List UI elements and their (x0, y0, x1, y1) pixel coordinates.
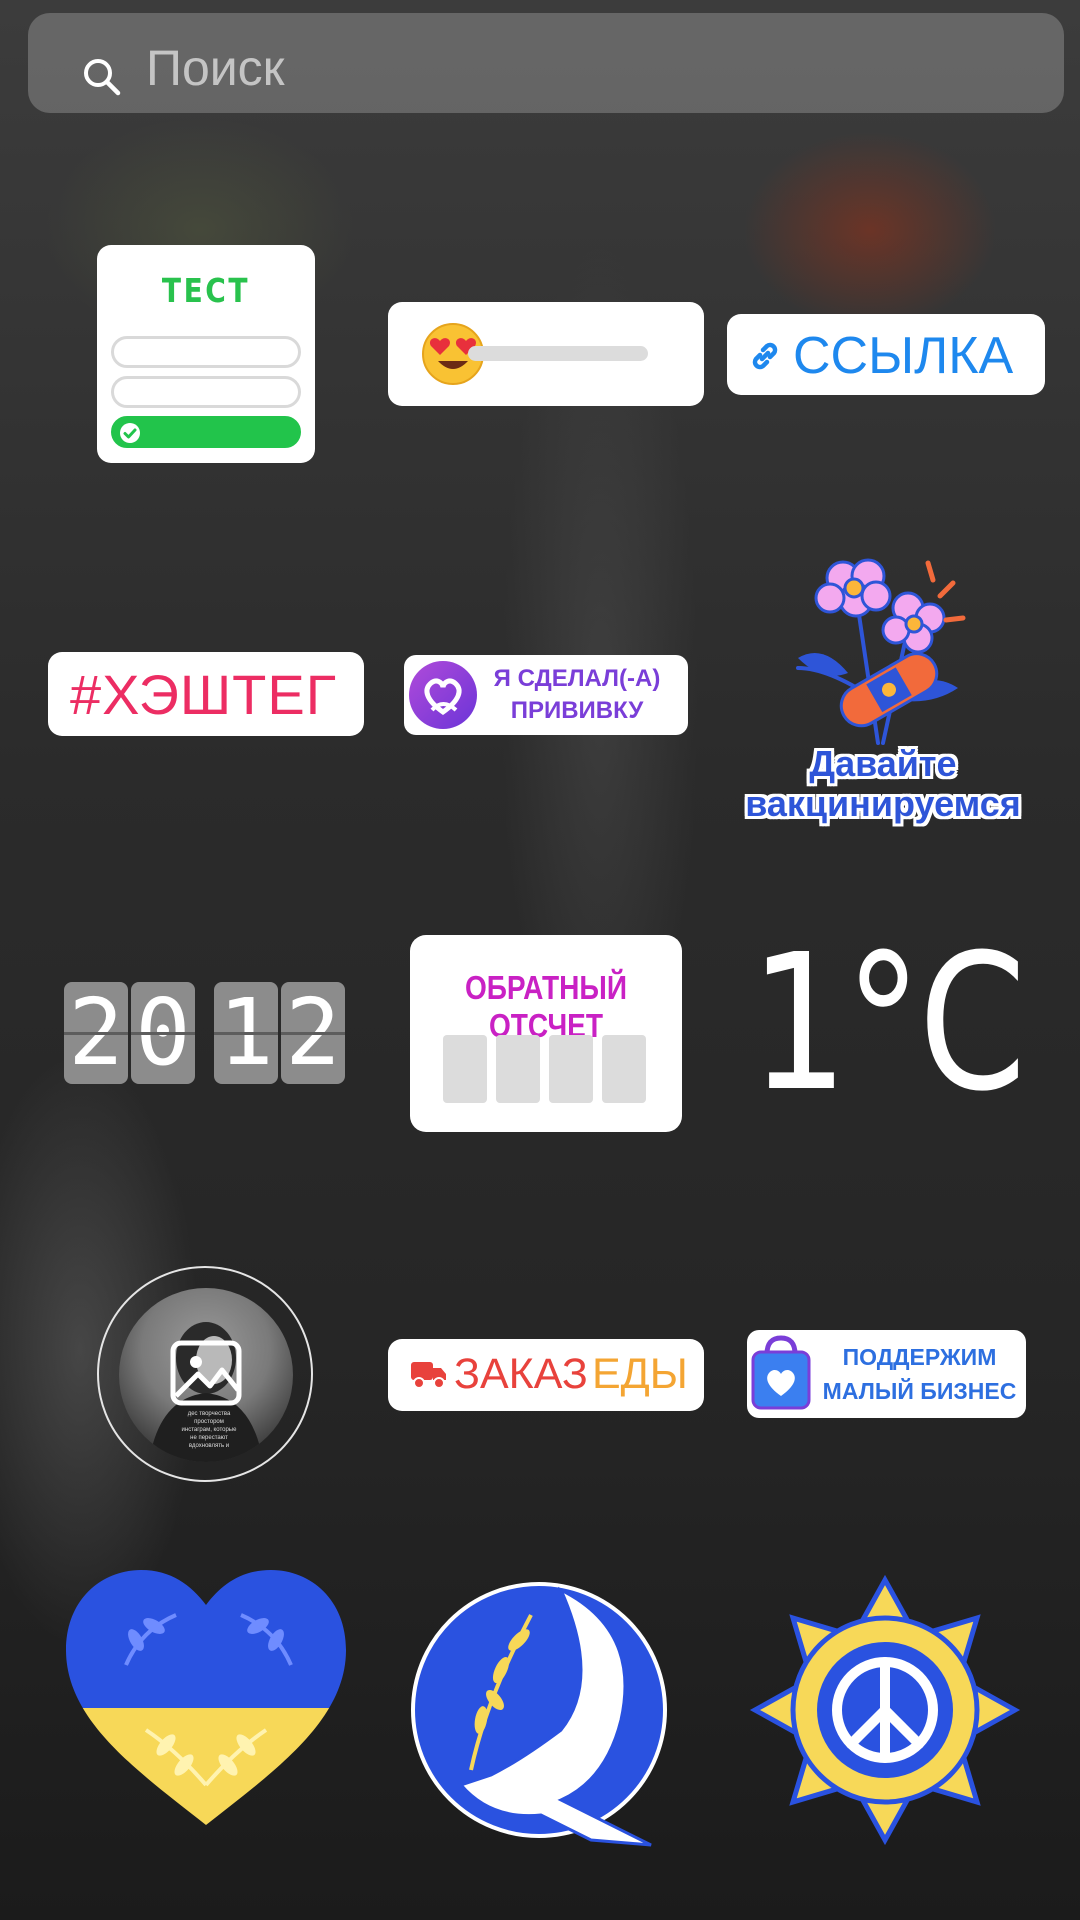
date-sticker[interactable]: 2 0 1 2 (64, 982, 349, 1084)
link-label: ССЫЛКА (793, 327, 1014, 385)
peace-sunflower-sticker[interactable] (745, 1570, 1025, 1850)
small-business-sticker[interactable]: ПОДДЕРЖИМ МАЛЫЙ БИЗНЕС (747, 1330, 1026, 1418)
image-icon (170, 1340, 242, 1406)
date-digit: 2 (64, 982, 128, 1084)
countdown-slot (602, 1035, 646, 1103)
search-input[interactable]: Поиск (146, 39, 285, 97)
vaccinated-line1: Я СДЕЛАЛ(-А) (493, 665, 661, 692)
lets-vaccinate-caption: Давайте вакцинируемся (733, 744, 1033, 824)
search-bar[interactable]: Поиск (28, 13, 1064, 113)
date-digit: 0 (131, 982, 195, 1084)
search-icon (84, 59, 121, 96)
quiz-option (111, 376, 301, 408)
weather-sticker[interactable]: 1°C (750, 930, 1026, 1118)
food-order-label-part1: ЗАКАЗ (454, 1350, 588, 1398)
ukraine-heart-sticker[interactable] (66, 1570, 346, 1830)
heart-badge-icon (409, 661, 477, 729)
photo-caption: дес творчества простором инстаграм, кото… (181, 1411, 237, 1449)
lets-vaccinate-line2: вакцинируемся (745, 783, 1021, 824)
vaccinated-sticker[interactable]: Я СДЕЛАЛ(-А) ПРИВИВКУ (404, 655, 688, 735)
small-business-line1: ПОДДЕРЖИМ (842, 1344, 997, 1370)
food-order-label-part2: ЕДЫ (592, 1350, 688, 1398)
hashtag-label: #ХЭШТЕГ (70, 663, 338, 726)
small-business-line2: МАЛЫЙ БИЗНЕС (822, 1378, 1017, 1404)
quiz-title: ТЕСТ (161, 271, 251, 310)
countdown-slot (549, 1035, 593, 1103)
countdown-sticker[interactable]: ОБРАТНЫЙ ОТСЧЕТ (410, 935, 682, 1132)
delivery-truck-icon (411, 1362, 446, 1389)
check-icon (120, 423, 140, 443)
link-icon (752, 342, 778, 370)
shopping-bag-heart-icon (751, 1335, 811, 1410)
countdown-slot (496, 1035, 540, 1103)
hashtag-sticker[interactable]: #ХЭШТЕГ (48, 652, 364, 736)
lets-vaccinate-sticker[interactable]: Давайте вакцинируемся (733, 548, 1033, 838)
peace-dove-sticker[interactable] (411, 1570, 681, 1850)
link-sticker[interactable]: ССЫЛКА (727, 314, 1045, 395)
date-digit: 2 (281, 982, 345, 1084)
date-digit: 1 (214, 982, 278, 1084)
food-order-sticker[interactable]: ЗАКАЗ ЕДЫ (388, 1339, 704, 1411)
emoji-slider-sticker[interactable] (388, 302, 704, 406)
lets-vaccinate-line1: Давайте (809, 743, 957, 784)
quiz-option-correct (111, 416, 301, 448)
countdown-slot (443, 1035, 487, 1103)
quiz-sticker[interactable]: ТЕСТ (97, 245, 315, 463)
slider-track[interactable] (468, 346, 648, 361)
vaccinated-line2: ПРИВИВКУ (510, 697, 644, 724)
flowers-bandage-icon (796, 558, 966, 745)
countdown-title: ОБРАТНЫЙ ОТСЧЕТ (464, 969, 628, 1044)
quiz-option (111, 336, 301, 368)
